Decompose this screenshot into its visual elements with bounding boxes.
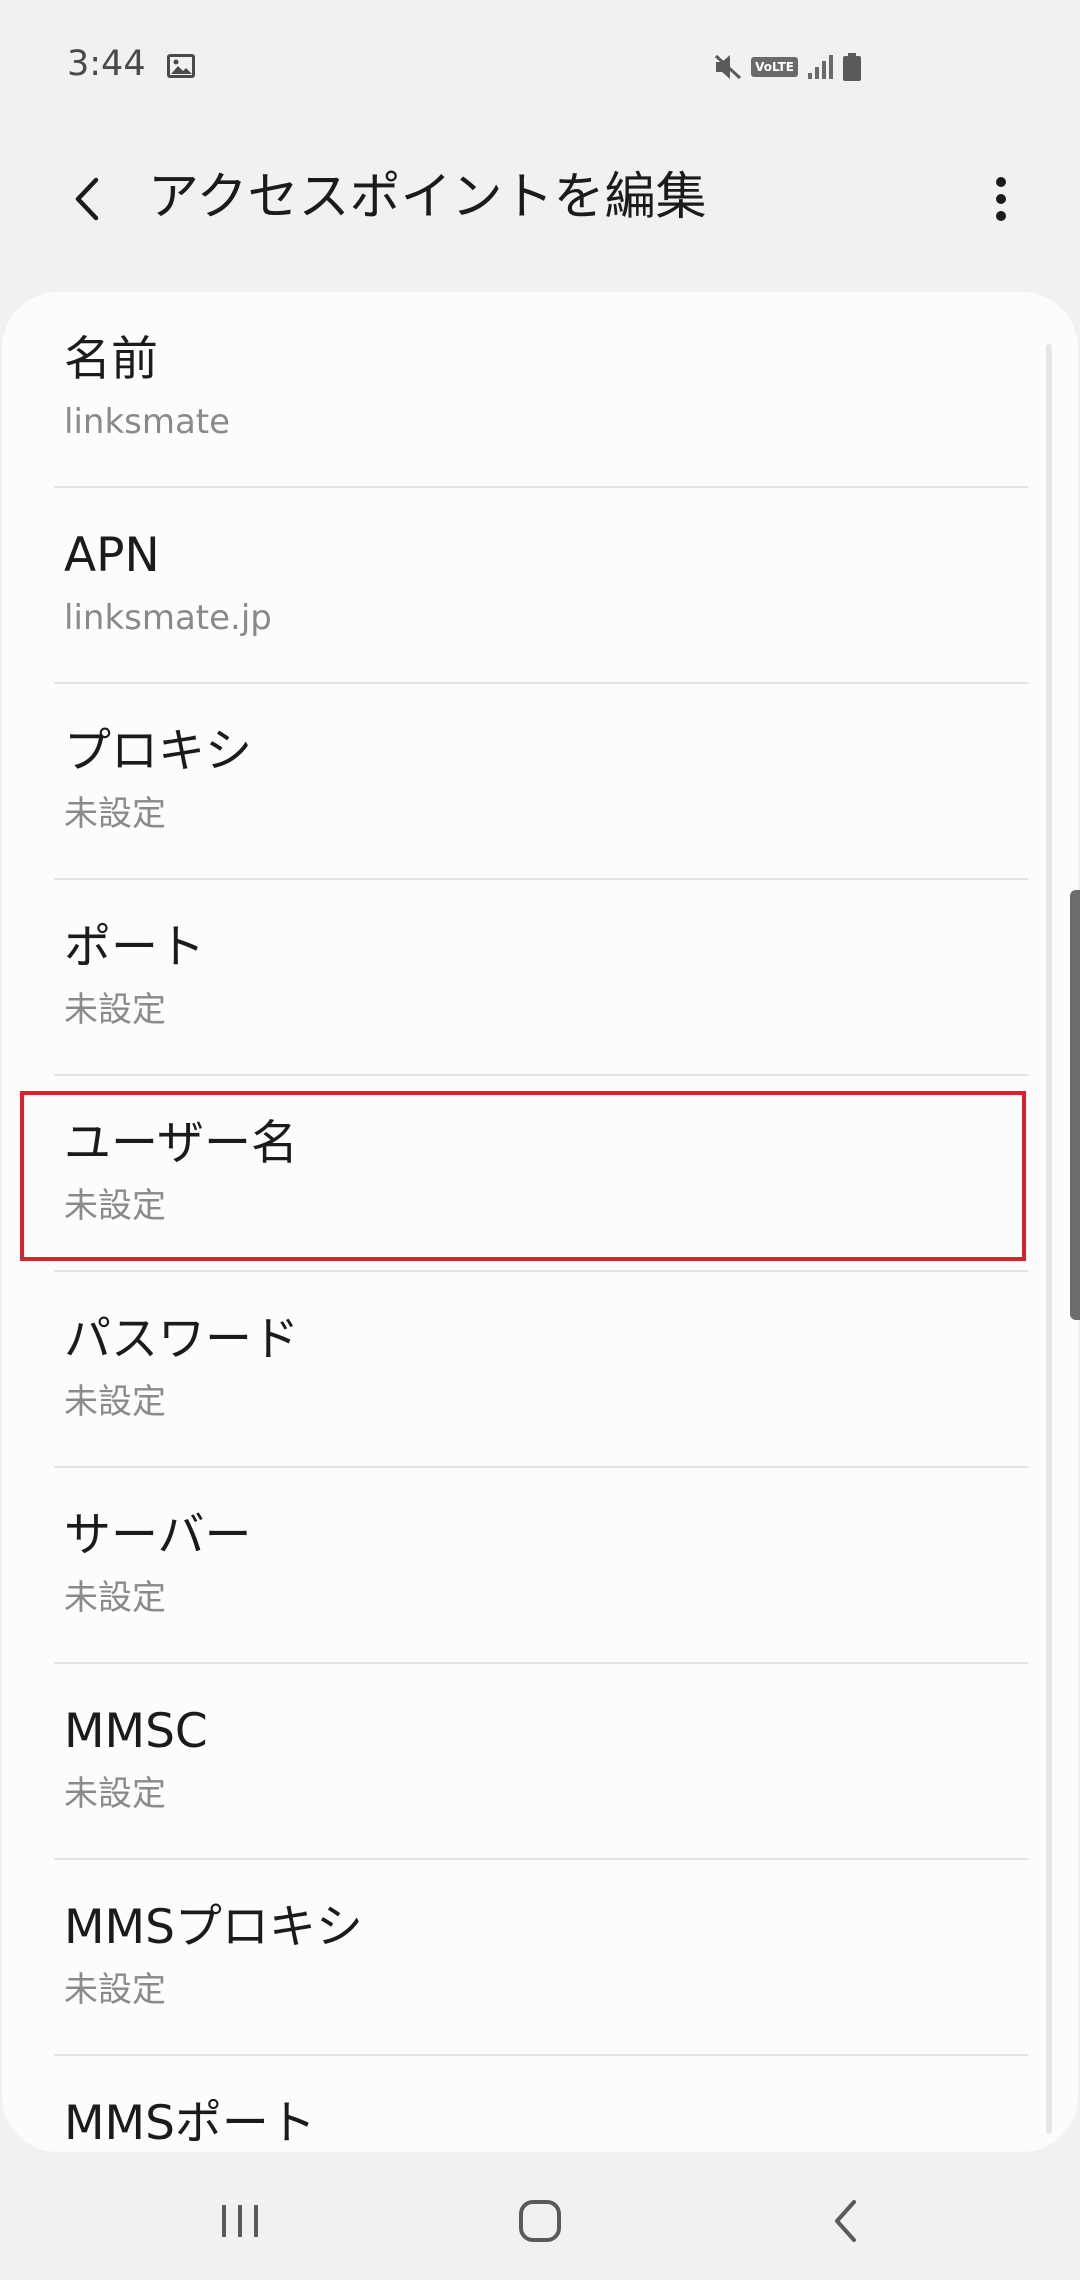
status-icons: VoLTE <box>713 52 862 82</box>
setting-summary: 未設定 <box>64 1970 166 2010</box>
volte-icon: VoLTE <box>751 57 798 77</box>
more-options-button[interactable] <box>966 159 1036 239</box>
setting-summary: linksmate.jp <box>64 598 272 638</box>
page-title: アクセスポイントを編集 <box>148 168 707 227</box>
setting-title: MMSプロキシ <box>64 1900 363 1955</box>
more-vert-icon <box>996 177 1006 221</box>
setting-summary: 未設定 <box>64 990 166 1030</box>
recent-apps-button[interactable] <box>195 2186 285 2256</box>
setting-summary: linksmate <box>64 402 231 442</box>
gallery-icon <box>167 54 195 78</box>
setting-item-mms-proxy[interactable]: MMSプロキシ 未設定 <box>2 1860 1078 2056</box>
setting-title: ユーザー名 <box>64 1116 299 1171</box>
setting-item-name[interactable]: 名前 linksmate <box>2 292 1078 488</box>
setting-title: ポート <box>64 920 205 975</box>
setting-summary: 未設定 <box>64 1382 166 1422</box>
back-nav-button[interactable] <box>800 2186 890 2256</box>
battery-icon <box>843 53 861 81</box>
setting-item-apn[interactable]: APN linksmate.jp <box>2 488 1078 684</box>
setting-item-port[interactable]: ポート 未設定 <box>2 880 1078 1076</box>
setting-item-proxy[interactable]: プロキシ 未設定 <box>2 684 1078 880</box>
setting-title: MMSポート <box>64 2096 316 2151</box>
setting-summary: 未設定 <box>64 1774 166 1814</box>
setting-title: MMSC <box>64 1704 208 1759</box>
setting-summary: 未設定 <box>64 1578 166 1618</box>
setting-item-username[interactable]: ユーザー名 未設定 <box>2 1076 1078 1272</box>
scrollbar[interactable] <box>1046 344 1052 2134</box>
setting-summary: 未設定 <box>64 1186 166 1226</box>
chevron-left-icon <box>75 177 99 221</box>
setting-title: サーバー <box>64 1508 252 1563</box>
mute-icon <box>715 54 742 80</box>
app-bar: アクセスポイントを編集 <box>0 135 1080 285</box>
recent-apps-icon <box>222 2205 258 2237</box>
setting-item-server[interactable]: サーバー 未設定 <box>2 1468 1078 1664</box>
navigation-bar <box>0 2152 1080 2280</box>
setting-title: パスワード <box>64 1312 299 1367</box>
setting-summary: 未設定 <box>64 794 166 834</box>
setting-title: 名前 <box>64 332 158 387</box>
setting-item-password[interactable]: パスワード 未設定 <box>2 1272 1078 1468</box>
edge-panel-handle[interactable] <box>1070 890 1080 1320</box>
settings-list: 名前 linksmate APN linksmate.jp プロキシ 未設定 ポ… <box>2 292 1078 2152</box>
settings-card: 名前 linksmate APN linksmate.jp プロキシ 未設定 ポ… <box>2 292 1078 2152</box>
home-button[interactable] <box>495 2186 585 2256</box>
status-bar: 3:44 VoLTE <box>0 0 1080 135</box>
screen: 3:44 VoLTE アクセスポイントを編集 名前 linksmate APN … <box>0 0 1080 2280</box>
status-time: 3:44 <box>67 44 146 84</box>
setting-title: プロキシ <box>64 724 252 779</box>
home-icon <box>519 2200 561 2242</box>
back-icon <box>835 2200 856 2242</box>
setting-item-mmsc[interactable]: MMSC 未設定 <box>2 1664 1078 1860</box>
back-button[interactable] <box>52 159 122 239</box>
setting-item-mms-port[interactable]: MMSポート <box>2 2056 1078 2152</box>
signal-icon <box>808 55 833 79</box>
setting-title: APN <box>64 528 160 583</box>
